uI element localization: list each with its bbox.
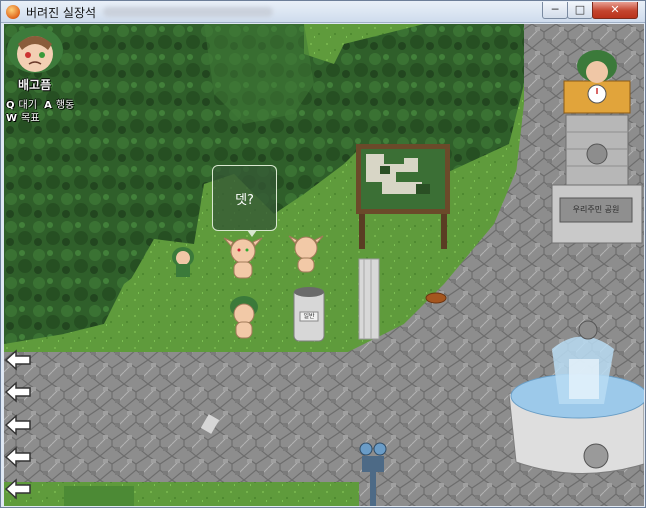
monument-plate: 우리주민 공원	[572, 205, 620, 214]
nav-left-arrow-icon[interactable]	[4, 478, 32, 500]
minimize-button[interactable]: ─	[542, 2, 568, 19]
game-window: 버려진 실장석 ─ □ ✕ 배고픔 Q 대기 A 행동 W 목표 뎃? 일반 우…	[0, 0, 646, 508]
trash-can-label: 일반	[303, 313, 315, 320]
nav-left-arrow-icon[interactable]	[4, 381, 32, 403]
app-icon	[6, 5, 20, 19]
game-scene	[4, 24, 644, 506]
nav-left-arrow-icon[interactable]	[4, 446, 32, 468]
hunger-status: 배고픔	[18, 78, 52, 92]
speech-bubble: 뎃?	[212, 165, 277, 237]
maximize-button[interactable]: □	[567, 2, 593, 19]
dialogue-text: 뎃?	[235, 192, 254, 208]
close-button[interactable]: ✕	[592, 2, 638, 19]
window-title: 버려진 실장석	[26, 6, 97, 20]
game-viewport[interactable]: 배고픔 Q 대기 A 행동 W 목표 뎃? 일반 우리주민 공원	[4, 24, 644, 506]
title-bar[interactable]: 버려진 실장석 ─ □ ✕	[1, 1, 645, 23]
blurred-title-text	[103, 7, 273, 17]
nav-left-arrow-icon[interactable]	[4, 414, 32, 436]
hud-line-goal: W 목표	[6, 113, 40, 124]
nav-left-arrow-icon[interactable]	[4, 349, 32, 371]
